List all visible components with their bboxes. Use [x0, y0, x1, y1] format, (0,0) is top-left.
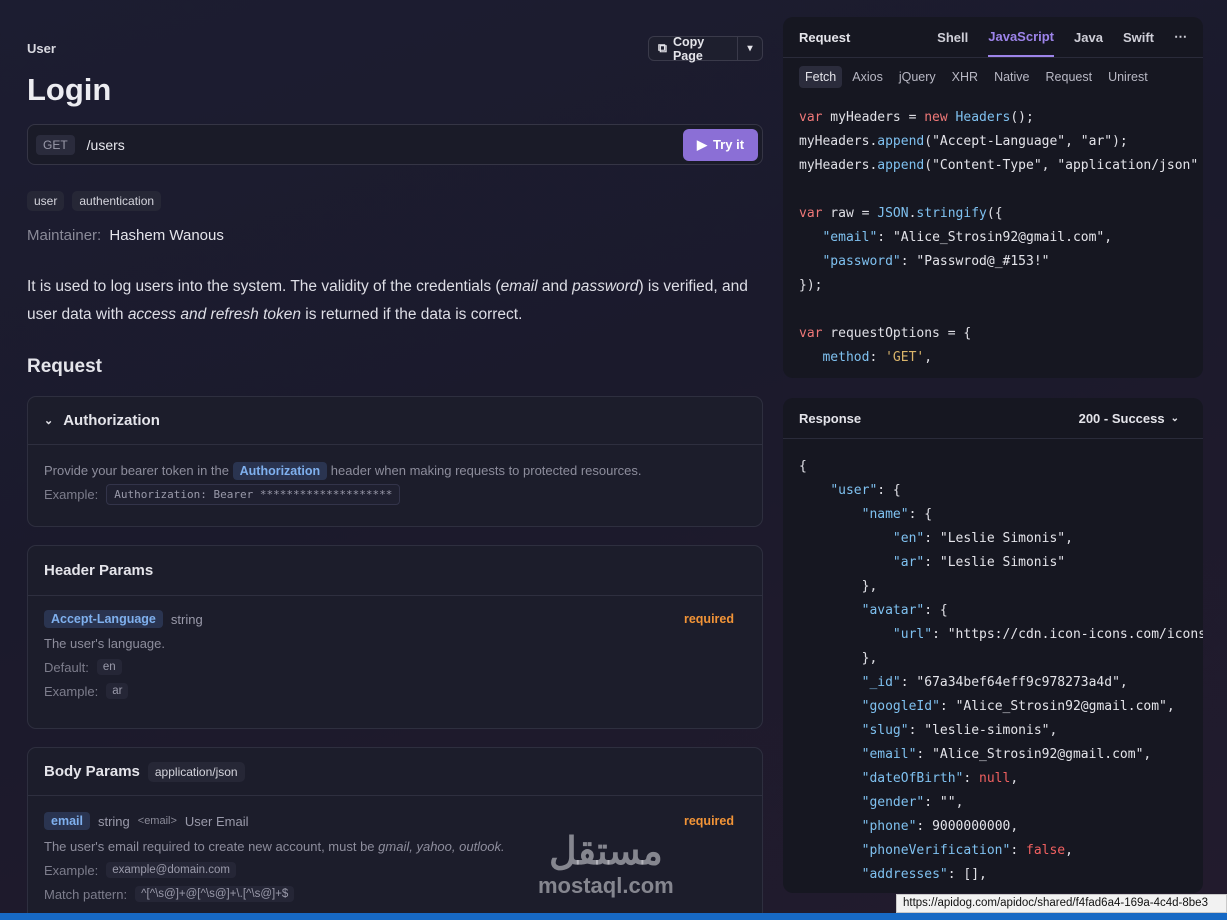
body-params-title: Body Params [44, 763, 140, 780]
authorization-header-name: Authorization [232, 462, 328, 480]
tab-native[interactable]: Native [988, 66, 1035, 88]
param-description: The user's language. [44, 636, 166, 651]
link-url-tooltip: https://apidog.com/apidoc/shared/f4fad6a… [896, 894, 1227, 913]
tag-authentication[interactable]: authentication [72, 191, 162, 211]
param-type: string [170, 611, 203, 627]
endpoint-description: It is used to log users into the system.… [27, 278, 748, 323]
param-label: User Email [184, 813, 249, 829]
tab-javascript[interactable]: JavaScript [988, 17, 1055, 57]
library-tabs: Fetch Axios jQuery XHR Native Request Un… [783, 58, 1203, 96]
param-format: <email> [137, 815, 177, 827]
authorization-card: ⌄ Authorization Provide your bearer toke… [27, 396, 763, 527]
response-panel: Response 200 - Success ⌄ { "user": { "na… [783, 398, 1203, 893]
param-name: Accept-Language [44, 610, 163, 628]
chevron-down-icon: ⌄ [44, 415, 54, 427]
try-it-button[interactable]: ▶ Try it [683, 128, 758, 161]
copy-page-label: Copy Page [672, 34, 705, 63]
maintainer-label: Maintainer: [27, 227, 102, 244]
tab-request[interactable]: Request [1040, 66, 1099, 88]
method-badge: GET [36, 134, 75, 155]
example-label: Example: [44, 862, 99, 878]
tab-xhr[interactable]: XHR [946, 66, 984, 88]
watermark-latin: mostaql.com [538, 872, 674, 898]
authorization-title: Authorization [63, 412, 160, 429]
param-type: string [97, 813, 130, 829]
example-label: Example: [44, 683, 99, 699]
example-value: Authorization: Bearer ******************… [106, 484, 401, 505]
required-badge: required [683, 814, 734, 828]
request-code-panel: Request Shell JavaScript Java Swift ⋯ Fe… [783, 17, 1203, 378]
request-section-title: Request [27, 356, 102, 377]
tab-axios[interactable]: Axios [846, 66, 889, 88]
example-value: example@domain.com [106, 862, 236, 878]
pattern-value: ^[^\s@]+@[^\s@]+\.[^\s@]+$ [135, 886, 295, 902]
copy-page-button[interactable]: ⧉ Copy Page ▾ [648, 34, 763, 63]
more-icon[interactable]: ⋯ [1174, 17, 1187, 57]
copy-icon: ⧉ [658, 41, 667, 55]
tab-shell[interactable]: Shell [937, 17, 968, 57]
breadcrumb[interactable]: User [27, 41, 56, 56]
maintainer-name: Hashem Wanous [109, 227, 224, 244]
tab-swift[interactable]: Swift [1123, 17, 1154, 57]
authorization-header[interactable]: ⌄ Authorization [28, 397, 762, 445]
pattern-label: Match pattern: [44, 886, 128, 902]
example-label: Example: [44, 487, 99, 502]
tab-java[interactable]: Java [1074, 17, 1103, 57]
endpoint-bar: GET /users ▶ Try it [27, 124, 763, 165]
response-code-block[interactable]: { "user": { "name": { "en": "Leslie Simo… [783, 439, 1203, 893]
play-icon: ▶ [696, 136, 707, 152]
watermark: مستقل mostaql.com [538, 831, 674, 898]
request-code-block[interactable]: var myHeaders = new Headers(); myHeaders… [783, 96, 1203, 378]
tab-fetch[interactable]: Fetch [799, 66, 843, 88]
chevron-down-icon[interactable]: ▾ [738, 43, 762, 54]
header-params-title: Header Params [28, 546, 762, 596]
page-title: Login [27, 72, 112, 107]
status-select[interactable]: 200 - Success ⌄ [1079, 411, 1179, 426]
example-value: ar [106, 683, 129, 699]
try-it-label: Try it [712, 137, 745, 152]
tab-jquery[interactable]: jQuery [893, 66, 942, 88]
authorization-text: Provide your bearer token in the Authori… [44, 462, 642, 480]
required-badge: required [683, 612, 734, 626]
request-panel-title: Request [799, 29, 851, 45]
header-params-card: Header Params Accept-Language string req… [27, 545, 763, 729]
tag-list: user authentication [27, 191, 162, 211]
status-bar [0, 913, 1227, 920]
endpoint-path: /users [86, 136, 125, 153]
watermark-arabic: مستقل [548, 831, 663, 873]
maintainer: Maintainer: Hashem Wanous [27, 227, 224, 244]
tag-user[interactable]: user [27, 191, 65, 211]
status-value: 200 - Success [1078, 410, 1165, 426]
default-label: Default: [44, 659, 89, 675]
tab-unirest[interactable]: Unirest [1102, 66, 1154, 88]
param-name: email [44, 812, 90, 830]
default-value: en [96, 659, 122, 675]
language-tabs: Shell JavaScript Java Swift ⋯ [937, 17, 1187, 57]
chevron-down-icon: ⌄ [1170, 412, 1179, 424]
response-panel-title: Response [799, 410, 862, 426]
content-type-badge: application/json [147, 761, 245, 782]
